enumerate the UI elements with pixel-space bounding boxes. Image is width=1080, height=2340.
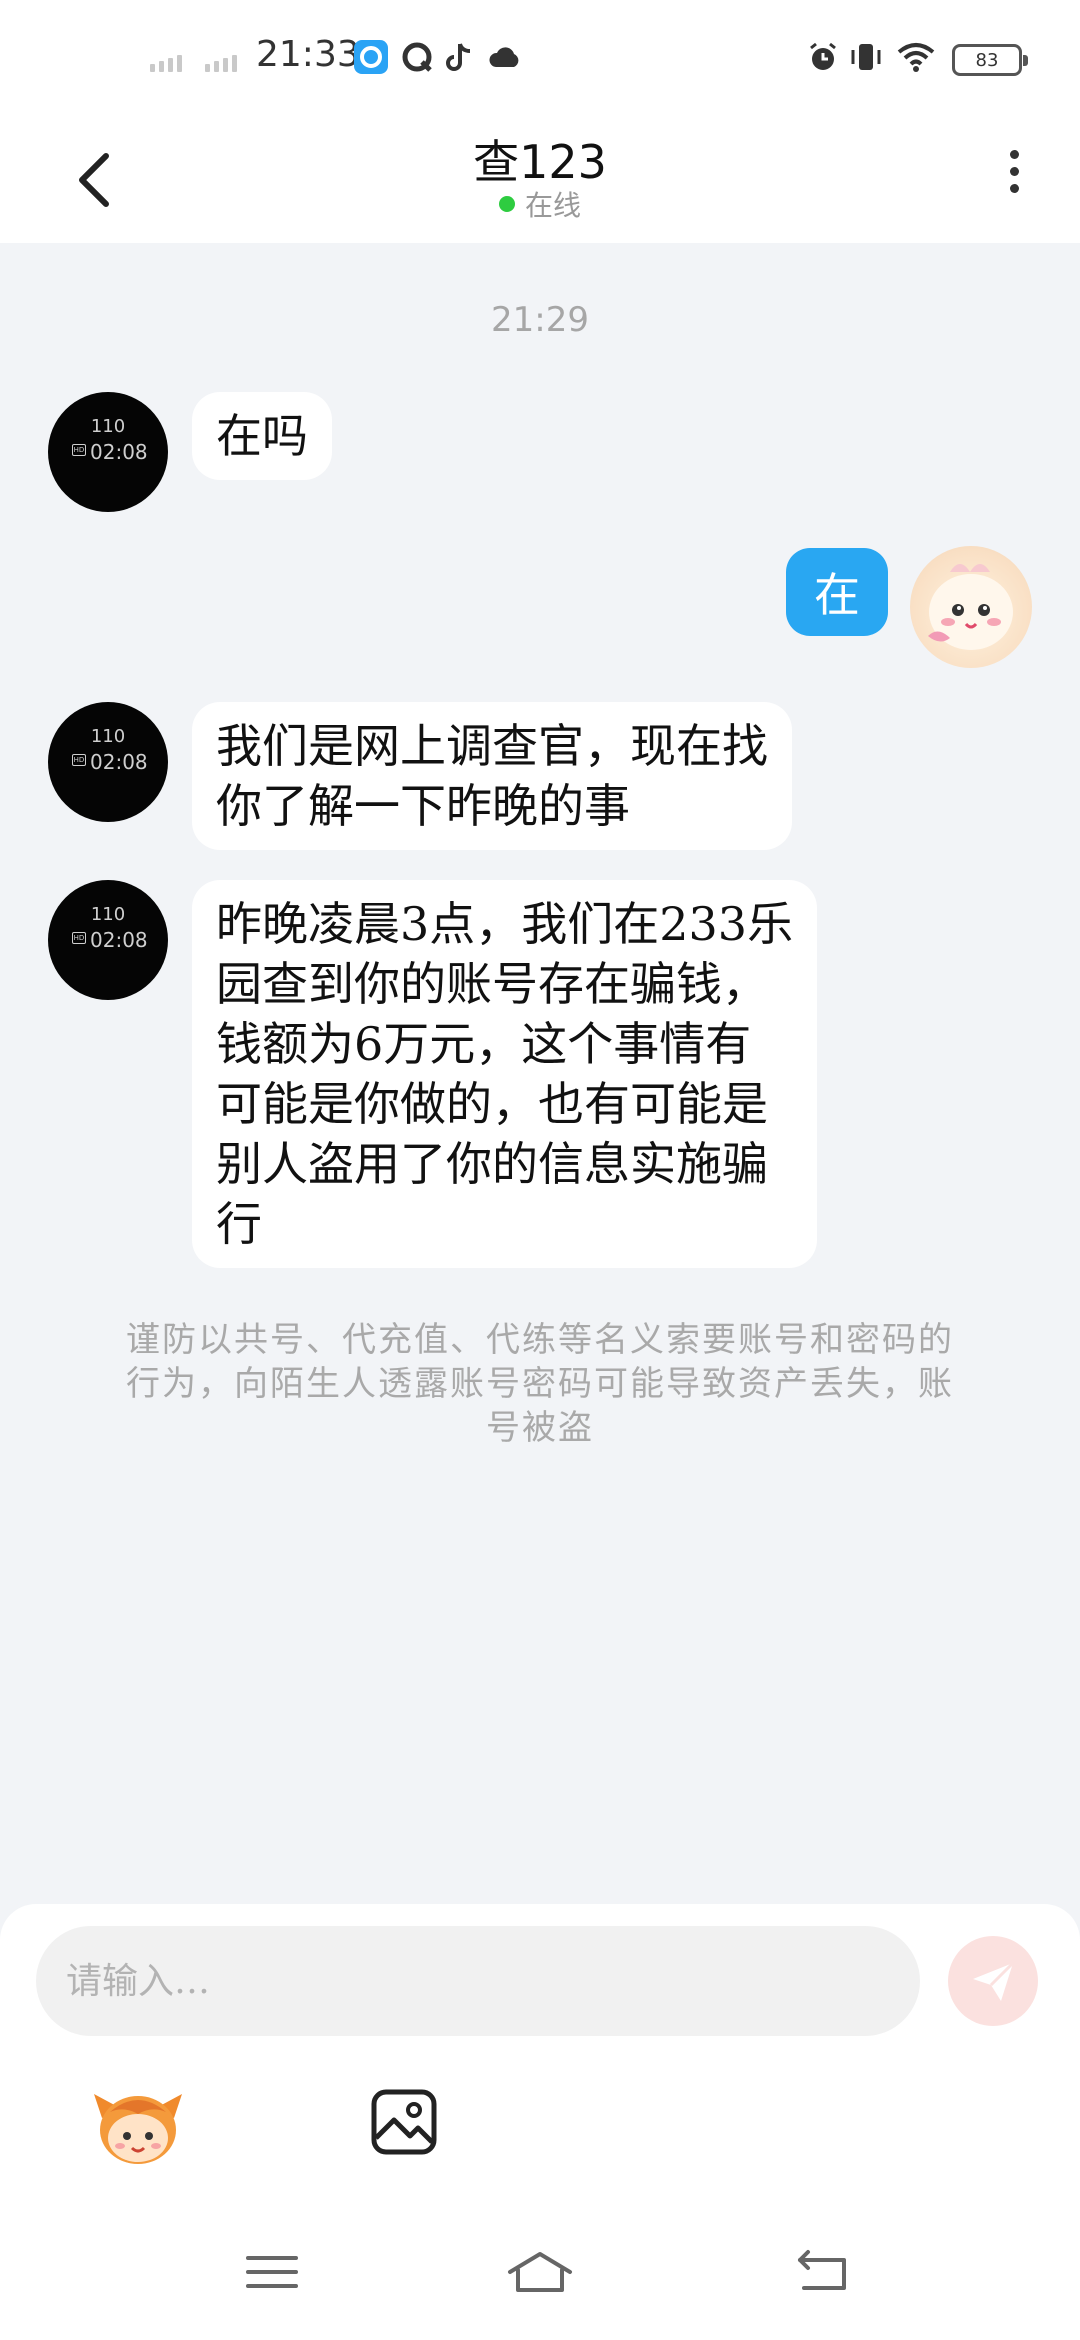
online-label: 在线 [524,189,581,222]
message-bubble[interactable]: 我们是网上调查官，现在找 你了解一下昨晚的事 [192,702,792,850]
battery-icon: 83 [952,44,1028,76]
menu-icon [246,2256,298,2288]
back-nav-button[interactable] [794,2248,854,2296]
vibrate-icon [848,40,884,74]
chat-header: 查123 在线 [0,118,1080,243]
status-bar: 21:33 83 [0,0,1080,118]
signal-icon [205,50,237,72]
status-time: 21:33 [256,34,360,75]
my-avatar[interactable] [910,546,1032,668]
signal-icon [150,50,182,72]
more-options-button[interactable] [996,142,1032,218]
mascot-sticker-icon [94,2094,182,2164]
sticker-button[interactable] [90,2084,186,2168]
message-bubble[interactable]: 在吗 [192,392,332,480]
wifi-icon [896,40,936,74]
menu-button[interactable] [242,2248,302,2296]
contact-name: 查123 [473,135,607,189]
alarm-icon [806,40,840,74]
tiktok-icon [442,40,476,74]
image-button[interactable] [370,2088,438,2156]
contact-avatar[interactable]: 110 HD 02:08 [48,392,168,512]
cloud-icon [488,40,522,74]
image-icon [371,2089,437,2155]
contact-avatar[interactable]: 110 HD 02:08 [48,880,168,1000]
message-timestamp: 21:29 [491,300,589,340]
home-icon [508,2252,572,2292]
send-icon [973,1961,1015,2001]
home-button[interactable] [504,2248,576,2296]
online-status: 在线 [0,184,1080,224]
safety-notice: 谨防以共号、代充值、代练等名义索要账号和密码的行为，向陌生人透露账号密码可能导致… [126,1320,954,1448]
send-button[interactable] [948,1936,1038,2026]
online-dot-icon [498,196,515,212]
my-message-bubble[interactable]: 在 [786,548,888,636]
back-nav-icon [798,2250,846,2290]
app-notification-icon [354,40,388,74]
cartoon-face-icon [928,564,1013,650]
system-nav-bar [0,2236,1080,2336]
battery-level: 83 [975,49,999,71]
contact-avatar[interactable]: 110 HD 02:08 [48,702,168,822]
q-app-icon [400,40,434,74]
message-input[interactable] [36,1926,920,2036]
message-bubble[interactable]: 昨晚凌晨3点，我们在233乐 园查到你的账号存在骗钱， 钱额为6万元，这个事情有… [192,880,818,1268]
